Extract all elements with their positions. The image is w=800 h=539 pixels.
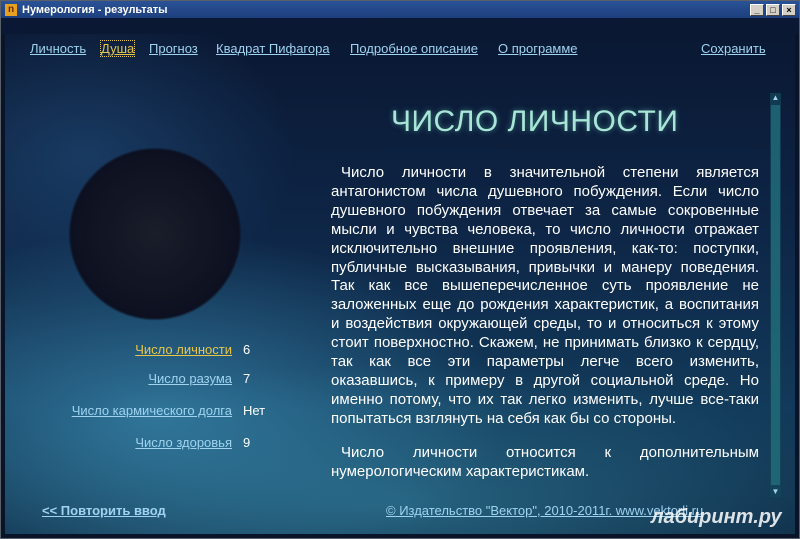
- window-title: Нумерология - результаты: [22, 3, 168, 16]
- menu-pythagoras-square[interactable]: Квадрат Пифагора: [216, 41, 330, 56]
- close-button[interactable]: ×: [782, 3, 796, 16]
- save-link[interactable]: Сохранить: [701, 41, 766, 56]
- side-link-health-number[interactable]: Число здоровья: [135, 435, 232, 450]
- maximize-button[interactable]: □: [766, 3, 780, 16]
- menu-detailed-description[interactable]: Подробное описание: [350, 41, 478, 56]
- side-value-health-number: 9: [243, 435, 251, 450]
- side-link-personality-number[interactable]: Число личности: [135, 342, 232, 357]
- scroll-down-arrow-icon[interactable]: ▼: [770, 487, 781, 497]
- title-bar: n Нумерология - результаты _ □ ×: [1, 1, 799, 18]
- minimize-button[interactable]: _: [750, 3, 764, 16]
- watermark: лабиринт.ру: [651, 506, 782, 528]
- description-text: Число личности в значительной степени яв…: [331, 164, 759, 499]
- page-title: ЧИСЛО ЛИЧНОСТИ: [391, 105, 679, 138]
- menu-about[interactable]: О программе: [498, 41, 578, 56]
- vertical-scrollbar[interactable]: ▲ ▼: [770, 93, 781, 497]
- repeat-input-link[interactable]: << Повторить ввод: [42, 503, 166, 518]
- menu-forecast[interactable]: Прогноз: [149, 41, 198, 56]
- description-paragraph-1: Число личности в значительной степени яв…: [331, 164, 759, 427]
- app-window: n Нумерология - результаты _ □ × Личност…: [0, 0, 800, 539]
- side-link-karmic-debt-number[interactable]: Число кармического долга: [72, 403, 232, 418]
- side-link-mind-number[interactable]: Число разума: [148, 371, 232, 386]
- menu-bar: [1, 18, 799, 34]
- menu-personality[interactable]: Личность: [30, 41, 86, 56]
- scroll-thumb[interactable]: [771, 105, 780, 485]
- app-icon: n: [5, 3, 17, 16]
- side-value-personality-number: 6: [243, 342, 251, 357]
- menu-soul[interactable]: Душа: [99, 40, 136, 57]
- description-paragraph-2: Число личности относится к дополнительны…: [331, 443, 759, 480]
- side-value-mind-number: 7: [243, 371, 251, 386]
- scroll-up-arrow-icon[interactable]: ▲: [770, 93, 781, 103]
- side-value-karmic-debt-number: Нет: [243, 403, 266, 418]
